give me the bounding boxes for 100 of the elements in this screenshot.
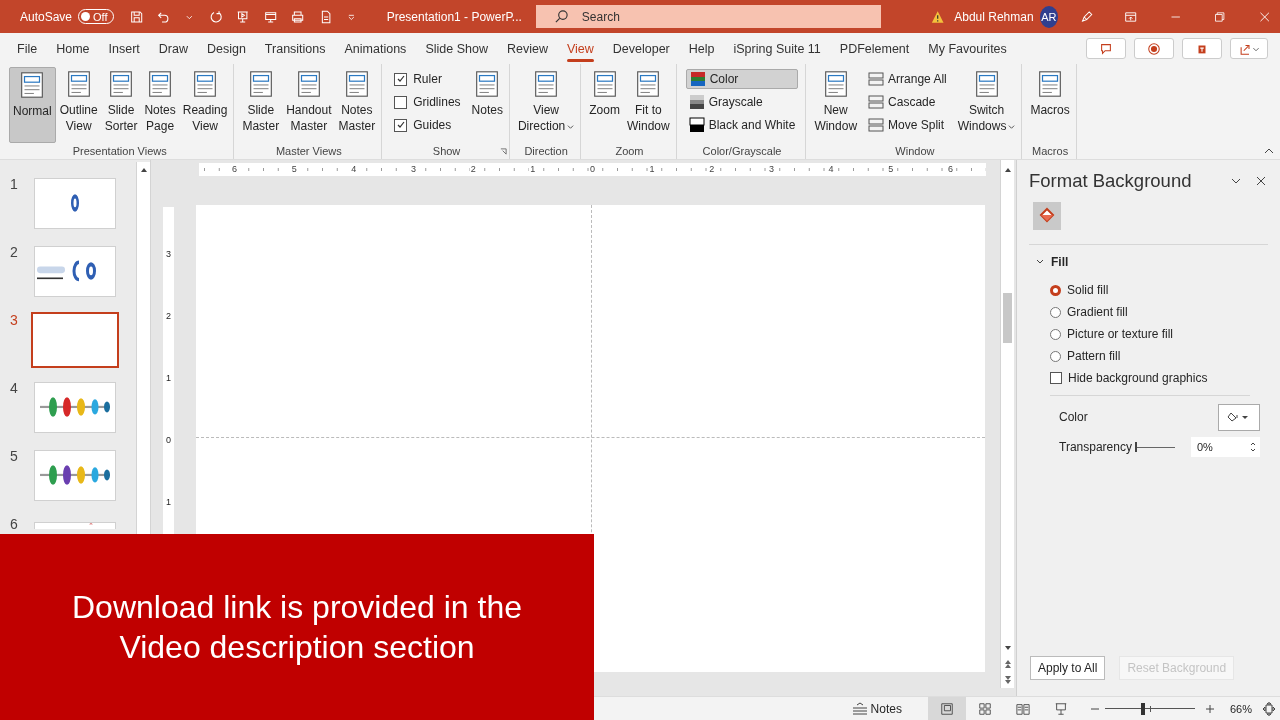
slide-number: 2 xyxy=(9,244,19,260)
printer-icon[interactable] xyxy=(291,8,305,25)
user-name[interactable]: Abdul Rehman xyxy=(954,9,1034,24)
hide-graphics-option[interactable]: Hide background graphics xyxy=(1050,367,1280,389)
ribbon-button[interactable]: Reading View xyxy=(179,67,231,143)
ribbon-tab[interactable]: Review xyxy=(499,34,555,63)
ribbon-tab[interactable]: Design xyxy=(199,34,253,63)
notes-icon xyxy=(851,701,868,716)
zoom-thumb[interactable] xyxy=(1140,702,1145,715)
share-button[interactable] xyxy=(1230,38,1268,59)
scroll-down-icon[interactable] xyxy=(1003,644,1012,652)
zoom-in-icon[interactable] xyxy=(1204,703,1215,714)
ribbon-button[interactable]: Notes xyxy=(468,67,506,143)
scroll-up-icon[interactable] xyxy=(139,166,148,174)
transparency-field[interactable]: 0% xyxy=(1191,437,1260,457)
customize-icon[interactable] xyxy=(347,12,355,21)
ribbon-tab[interactable]: Animations xyxy=(337,34,414,63)
ribbon-tab[interactable]: Slide Show xyxy=(418,34,495,63)
presenter-icon[interactable] xyxy=(236,8,250,25)
radio-button[interactable] xyxy=(1050,328,1061,340)
previous-slide-icon[interactable] xyxy=(1003,659,1012,669)
ribbon-button[interactable]: New Window xyxy=(811,67,861,143)
fill-option[interactable]: Picture or texture fill xyxy=(1050,323,1280,345)
ribbon-button[interactable]: Switch Windows xyxy=(954,67,1019,143)
fill-option[interactable]: Solid fill xyxy=(1050,279,1280,301)
ribbon-tab[interactable]: My Favourites xyxy=(921,34,1014,63)
spinner-icon[interactable] xyxy=(1249,440,1257,454)
window-button[interactable]: Arrange All xyxy=(865,69,950,89)
dialog-launcher-icon[interactable] xyxy=(499,148,507,155)
checkbox[interactable] xyxy=(394,72,408,86)
ribbon-button[interactable]: Handout Master xyxy=(283,67,335,143)
radio-button[interactable] xyxy=(1050,350,1061,362)
color-mode-button[interactable]: Grayscale xyxy=(685,92,799,112)
ribbon-tab[interactable]: Insert xyxy=(101,34,147,63)
view-button[interactable] xyxy=(927,697,966,720)
checkbox-option[interactable]: Ruler xyxy=(391,69,464,89)
ribbon-button[interactable]: Slide Sorter xyxy=(101,67,141,143)
ribbon-button[interactable]: Macros xyxy=(1027,67,1073,143)
next-slide-icon[interactable] xyxy=(1003,675,1012,685)
record-icon xyxy=(1147,41,1161,56)
ribbon-tab[interactable]: Home xyxy=(49,34,97,63)
fill-option[interactable]: Pattern fill xyxy=(1050,345,1280,367)
radio-button[interactable] xyxy=(1050,284,1061,296)
teams-button[interactable] xyxy=(1182,38,1222,59)
window-button[interactable]: Move Split xyxy=(865,115,950,135)
color-mode-button[interactable]: Black and White xyxy=(685,115,799,135)
scroll-up-icon[interactable] xyxy=(1003,166,1012,174)
ribbon-tab[interactable]: Draw xyxy=(151,34,195,63)
caret-icon xyxy=(567,122,575,130)
ribbon-tab[interactable]: Developer xyxy=(605,34,677,63)
slide-thumbnail[interactable] xyxy=(31,312,119,368)
caption-text: Download link is provided in the Video description section xyxy=(71,588,523,667)
checkbox[interactable] xyxy=(1050,372,1062,384)
ribbon-tab[interactable]: iSpring Suite 11 xyxy=(726,34,828,63)
checkbox-option[interactable]: Gridlines xyxy=(391,92,464,112)
checkbox-option[interactable]: Guides xyxy=(391,115,464,135)
slide-number: 4 xyxy=(9,380,19,396)
ribbon-tab[interactable]: File xyxy=(10,34,45,63)
scrollbar[interactable] xyxy=(136,162,150,534)
pane-button[interactable]: Apply to All xyxy=(1030,656,1106,680)
collapse-ribbon-icon[interactable] xyxy=(1264,146,1274,156)
comments-button[interactable] xyxy=(1086,38,1126,59)
ribbon-button[interactable]: Outline View xyxy=(56,67,101,143)
fit-slide-icon[interactable] xyxy=(1262,701,1276,716)
ruler-number: 1 xyxy=(165,372,172,385)
scrollbar[interactable] xyxy=(1000,160,1014,688)
ribbon-button[interactable]: Slide Master xyxy=(239,67,283,143)
redo-icon[interactable] xyxy=(209,8,223,25)
user-avatar[interactable]: AR xyxy=(1039,5,1059,28)
color-mode-button[interactable]: Color xyxy=(685,69,799,89)
group-label: Macros xyxy=(1032,145,1069,157)
search-field[interactable]: Search xyxy=(535,5,881,28)
color-picker-button[interactable] xyxy=(1218,403,1260,431)
ribbon-button[interactable]: View Direction xyxy=(514,67,578,143)
save-icon[interactable] xyxy=(129,8,143,25)
fill-section-header[interactable]: Fill xyxy=(1035,255,1280,269)
ribbon-button[interactable]: Notes Page xyxy=(141,67,179,143)
zoom-level[interactable]: 66% xyxy=(1229,702,1252,715)
radio-button[interactable] xyxy=(1050,306,1061,318)
ribbon-tab[interactable]: Transitions xyxy=(257,34,333,63)
close-icon[interactable] xyxy=(1255,175,1267,187)
checkbox[interactable] xyxy=(394,118,408,132)
ribbon-tab[interactable]: Help xyxy=(681,34,722,63)
ribbon-tab[interactable]: View xyxy=(559,34,601,63)
slide-number: 5 xyxy=(9,448,19,464)
pen-icon[interactable] xyxy=(1080,8,1094,25)
ribbon-button[interactable]: Fit to Window xyxy=(623,67,673,143)
ribbon-button[interactable]: Normal xyxy=(9,67,56,143)
transparency-label: Transparency xyxy=(1059,440,1133,454)
fill-tab[interactable] xyxy=(1033,202,1061,230)
record-button[interactable] xyxy=(1134,38,1174,59)
fill-option[interactable]: Gradient fill xyxy=(1050,301,1280,323)
window-button[interactable]: Cascade xyxy=(865,92,950,112)
ribbon-button[interactable]: Zoom xyxy=(586,67,623,143)
color-label: Color xyxy=(1059,410,1089,424)
ribbon-button[interactable]: Notes Master xyxy=(335,67,379,143)
ribbon-tab[interactable]: PDFelement xyxy=(832,34,917,63)
scroll-thumb[interactable] xyxy=(1003,293,1012,343)
checkbox[interactable] xyxy=(394,95,408,109)
notes-button[interactable]: Notes xyxy=(851,701,902,716)
